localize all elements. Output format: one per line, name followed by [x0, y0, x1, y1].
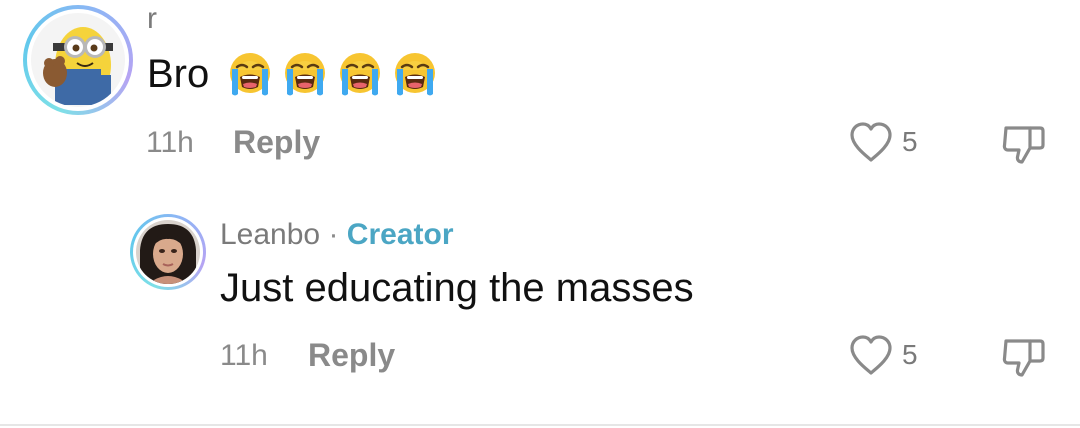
heart-icon	[850, 335, 892, 375]
reply-button[interactable]: Reply	[233, 124, 320, 161]
reply-button[interactable]: Reply	[308, 337, 395, 374]
dislike-button[interactable]	[1000, 335, 1048, 384]
username-separator: ·	[328, 218, 339, 251]
username-text[interactable]: Leanbo	[220, 218, 320, 251]
loudly-crying-face-emoji	[226, 50, 274, 98]
loudly-crying-face-emoji	[336, 50, 384, 98]
minion-avatar-image	[31, 13, 125, 107]
loudly-crying-face-emoji	[281, 50, 329, 98]
avatar-frame	[133, 217, 203, 287]
comment-2-reply: Leanbo · Creator Just educating the mass…	[0, 200, 1080, 424]
like-count: 5	[902, 126, 918, 157]
avatar[interactable]	[130, 214, 206, 290]
comment-text: Bro	[147, 46, 439, 102]
leanbo-avatar-image	[136, 220, 200, 284]
comment-text: Just educating the masses	[220, 260, 694, 316]
comment-timestamp: 11h	[146, 126, 194, 159]
comment-1: r Bro 11h Reply 5	[0, 0, 1080, 200]
thumbs-down-icon	[1002, 339, 1045, 377]
comment-text-content: Just educating the masses	[220, 265, 694, 310]
comment-timestamp: 11h	[220, 339, 268, 372]
comment-username[interactable]: Leanbo · Creator	[220, 218, 454, 252]
creator-badge: Creator	[346, 218, 454, 251]
comment-username[interactable]: r	[147, 2, 157, 36]
bottom-divider	[0, 424, 1080, 426]
comment-text-content: Bro	[147, 51, 210, 96]
like-button[interactable]: 5	[848, 334, 918, 376]
like-button[interactable]: 5	[848, 121, 918, 163]
like-count: 5	[902, 339, 918, 370]
heart-icon	[850, 122, 892, 162]
dislike-button[interactable]	[1000, 122, 1048, 171]
username-text[interactable]: r	[147, 2, 157, 35]
avatar-frame	[27, 9, 129, 111]
avatar[interactable]	[23, 5, 133, 115]
thumbs-down-icon	[1002, 126, 1045, 164]
loudly-crying-face-emoji	[391, 50, 439, 98]
